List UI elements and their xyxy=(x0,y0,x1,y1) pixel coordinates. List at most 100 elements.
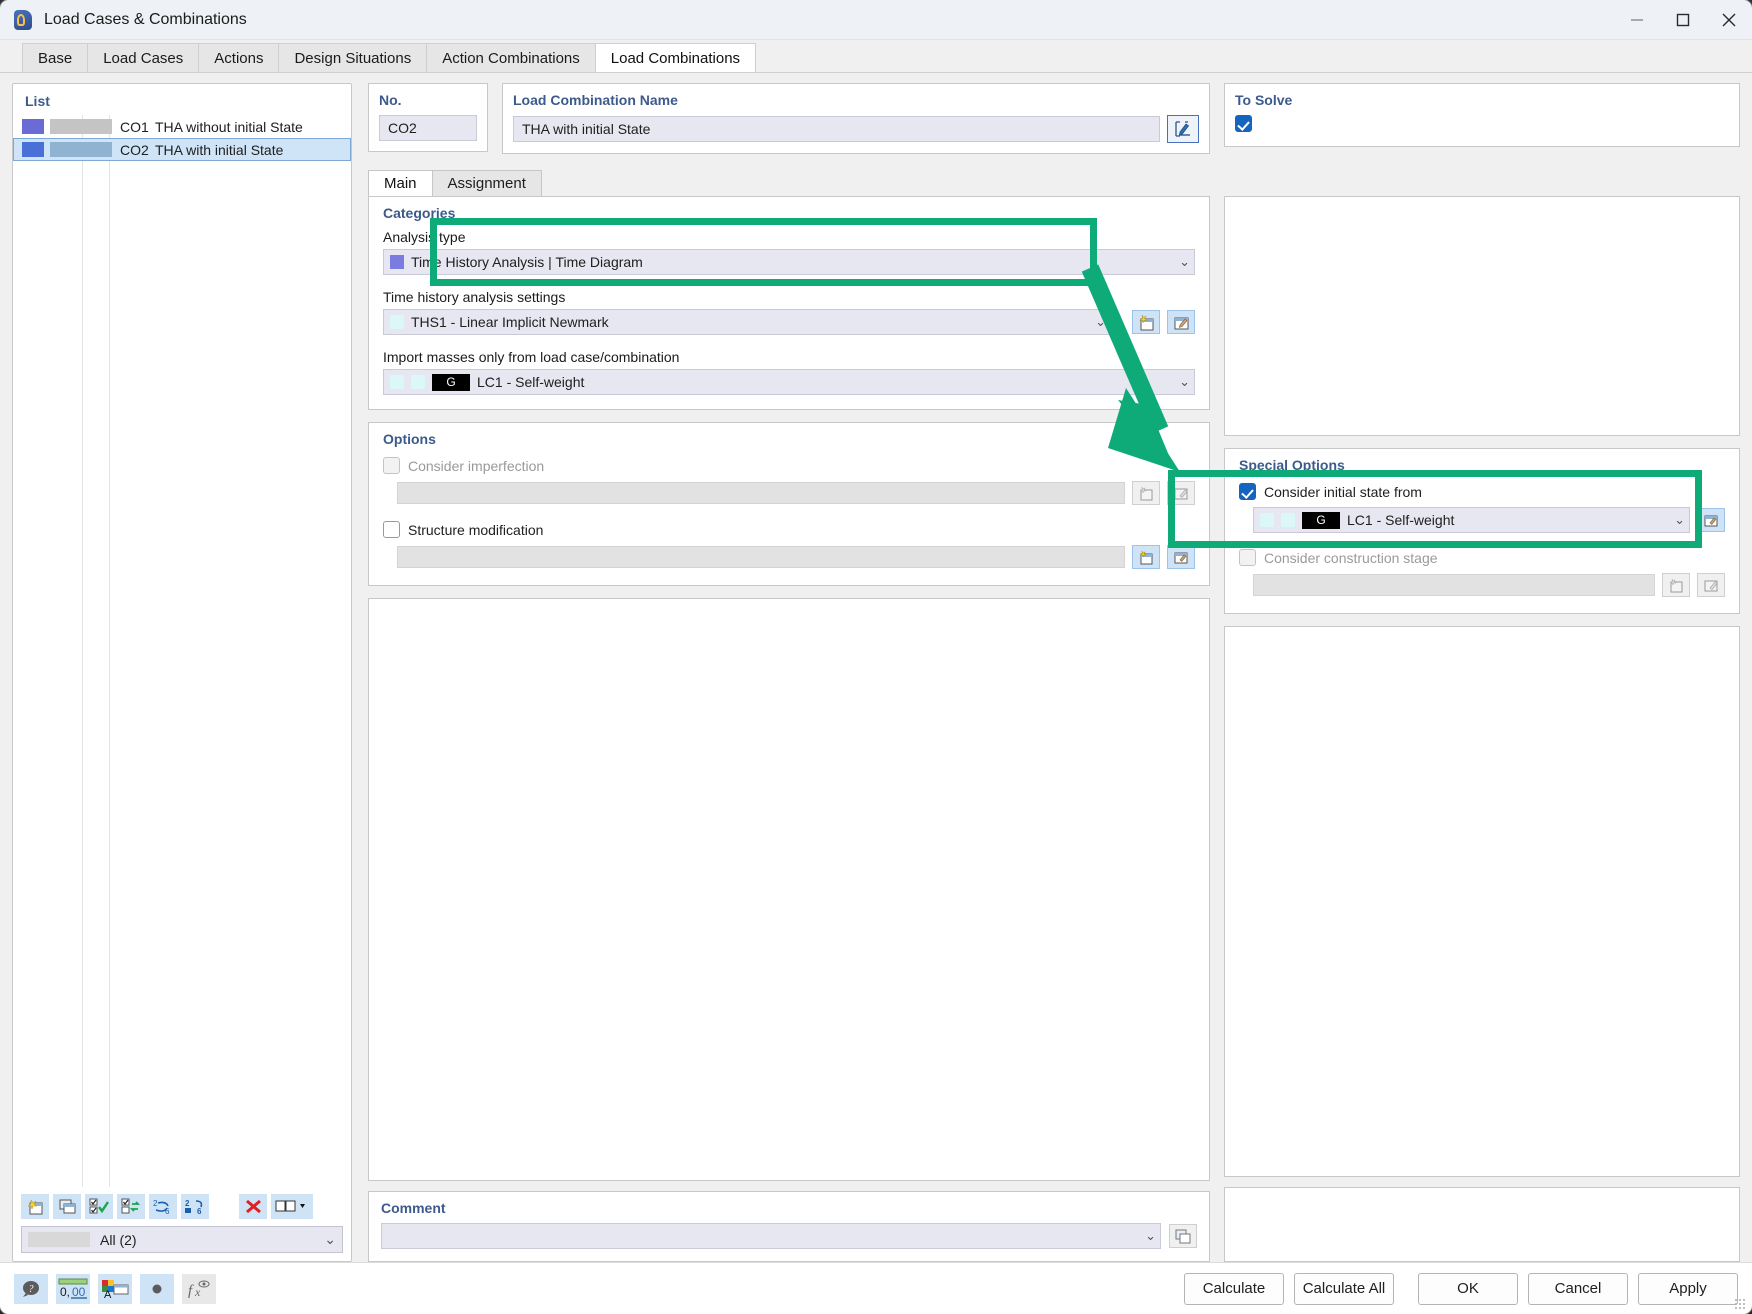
consider-construction-stage-row[interactable]: Consider construction stage xyxy=(1225,533,1739,569)
svg-text:f: f xyxy=(188,1283,194,1299)
tab-actions[interactable]: Actions xyxy=(198,43,279,72)
app-lock-icon xyxy=(12,9,34,31)
title-bar: Load Cases & Combinations xyxy=(0,0,1752,40)
chevron-down-icon: ⌄ xyxy=(1139,1228,1156,1244)
filter-swatch xyxy=(28,1232,90,1247)
name-input[interactable]: THA with initial State xyxy=(513,116,1160,142)
import-masses-select[interactable]: G LC1 - Self-weight ⌄ xyxy=(383,369,1195,395)
main-pane-blank-area xyxy=(368,598,1210,1181)
structure-modification-row[interactable]: Structure modification xyxy=(369,505,1209,541)
view-layout-button[interactable] xyxy=(271,1194,313,1219)
new-ths-button[interactable] xyxy=(1132,310,1160,334)
edit-structure-modification-button[interactable] xyxy=(1167,545,1195,569)
name-field-card: Load Combination Name THA with initial S… xyxy=(502,83,1210,154)
minimize-icon[interactable] xyxy=(1614,0,1660,40)
list-panel: List CO1 THA without initial State CO2 T… xyxy=(12,83,352,1262)
consider-construction-stage-checkbox[interactable] xyxy=(1239,549,1256,566)
initial-state-swatch-1 xyxy=(1260,513,1274,527)
consider-imperfection-checkbox[interactable] xyxy=(383,457,400,474)
copy-item-button[interactable] xyxy=(53,1194,81,1219)
list-column-divider-1 xyxy=(82,115,83,1187)
ths-select[interactable]: THS1 - Linear Implicit Newmark ⌄ xyxy=(383,309,1111,335)
consider-imperfection-label: Consider imperfection xyxy=(408,458,544,474)
new-structure-modification-button[interactable] xyxy=(1132,545,1160,569)
row-bar-swatch xyxy=(50,142,112,157)
svg-text:A: A xyxy=(104,1289,112,1299)
header-fields-row: No. CO2 Load Combination Name THA with i… xyxy=(368,83,1740,154)
maximize-icon[interactable] xyxy=(1660,0,1706,40)
list-filter-select[interactable]: All (2) ⌄ xyxy=(21,1226,343,1253)
name-label: Load Combination Name xyxy=(513,92,1199,108)
import-masses-label: Import masses only from load case/combin… xyxy=(369,335,1209,369)
comment-input[interactable]: ⌄ xyxy=(381,1223,1161,1249)
no-label: No. xyxy=(379,92,477,108)
display-properties-icon[interactable]: A xyxy=(98,1274,132,1304)
consider-initial-state-checkbox[interactable] xyxy=(1239,483,1256,500)
new-item-button[interactable] xyxy=(21,1194,49,1219)
analysis-type-select[interactable]: Time History Analysis | Time Diagram ⌄ xyxy=(383,249,1195,275)
row-name: THA with initial State xyxy=(147,142,283,158)
consider-imperfection-row[interactable]: Consider imperfection xyxy=(369,453,1209,477)
calculate-button[interactable]: Calculate xyxy=(1184,1273,1284,1305)
tab-design-situations[interactable]: Design Situations xyxy=(278,43,427,72)
list-column-divider-2 xyxy=(109,115,110,1187)
dot-icon[interactable] xyxy=(140,1274,174,1304)
formula-icon[interactable]: fx xyxy=(182,1274,216,1304)
tab-assignment[interactable]: Assignment xyxy=(432,170,542,196)
initial-state-select[interactable]: G LC1 - Self-weight ⌄ xyxy=(1253,507,1690,533)
table-row[interactable]: CO2 THA with initial State xyxy=(13,138,351,161)
edit-initial-state-button[interactable] xyxy=(1697,508,1725,532)
comment-title: Comment xyxy=(381,1200,1197,1216)
resize-grip[interactable] xyxy=(1734,1298,1746,1310)
initial-state-value-row: G LC1 - Self-weight ⌄ xyxy=(1225,503,1739,533)
calculate-all-button[interactable]: Calculate All xyxy=(1294,1273,1394,1305)
construction-stage-field xyxy=(1253,574,1655,596)
edit-construction-stage-button[interactable] xyxy=(1697,573,1725,597)
help-icon[interactable]: ? xyxy=(14,1274,48,1304)
consider-construction-stage-label: Consider construction stage xyxy=(1264,550,1438,566)
units-icon[interactable]: 0,00 xyxy=(56,1274,90,1304)
edit-name-button[interactable] xyxy=(1167,115,1199,143)
consider-imperfection-value-row xyxy=(369,477,1209,505)
copy-comment-button[interactable] xyxy=(1169,1224,1197,1248)
structure-modification-checkbox[interactable] xyxy=(383,521,400,538)
new-construction-stage-button[interactable] xyxy=(1662,573,1690,597)
table-row[interactable]: CO1 THA without initial State xyxy=(13,115,351,138)
import-swatch-2 xyxy=(411,375,425,389)
row-name: THA without initial State xyxy=(147,119,303,135)
select-all-button[interactable] xyxy=(85,1194,113,1219)
to-solve-checkbox[interactable] xyxy=(1235,115,1252,132)
edit-ths-button[interactable] xyxy=(1167,310,1195,334)
edit-imperfection-button[interactable] xyxy=(1167,481,1195,505)
categories-title: Categories xyxy=(369,197,1209,227)
row-color-swatch xyxy=(22,142,44,157)
to-solve-label: To Solve xyxy=(1235,92,1729,108)
no-input[interactable]: CO2 xyxy=(379,115,477,141)
bottom-bar: ? 0,00 A fx Calculate Calculate All OK C… xyxy=(0,1262,1752,1314)
tab-load-cases[interactable]: Load Cases xyxy=(87,43,199,72)
side-blank-top xyxy=(1224,196,1740,436)
ok-button[interactable]: OK xyxy=(1418,1273,1518,1305)
renumber-button[interactable]: 26 xyxy=(149,1194,177,1219)
tab-load-combinations[interactable]: Load Combinations xyxy=(595,43,756,72)
consider-initial-state-row[interactable]: Consider initial state from xyxy=(1225,479,1739,503)
list-header: List xyxy=(13,84,351,115)
sort-button[interactable]: 26 xyxy=(181,1194,209,1219)
comment-card: Comment ⌄ xyxy=(368,1191,1210,1262)
categories-group: Categories Analysis type Time History An… xyxy=(368,196,1210,410)
tab-base[interactable]: Base xyxy=(22,43,88,72)
svg-text:x: x xyxy=(194,1285,201,1299)
construction-stage-value-row xyxy=(1225,569,1739,597)
row-bar-swatch xyxy=(50,119,112,134)
new-imperfection-button[interactable] xyxy=(1132,481,1160,505)
invert-selection-button[interactable] xyxy=(117,1194,145,1219)
cancel-button[interactable]: Cancel xyxy=(1528,1273,1628,1305)
svg-text:2: 2 xyxy=(185,1199,190,1208)
apply-button[interactable]: Apply xyxy=(1638,1273,1738,1305)
tab-action-combinations[interactable]: Action Combinations xyxy=(426,43,596,72)
svg-text:2: 2 xyxy=(153,1199,158,1208)
delete-button[interactable] xyxy=(239,1194,267,1219)
close-icon[interactable] xyxy=(1706,0,1752,40)
tab-main[interactable]: Main xyxy=(368,170,433,196)
chevron-down-icon: ⌄ xyxy=(1173,374,1190,390)
